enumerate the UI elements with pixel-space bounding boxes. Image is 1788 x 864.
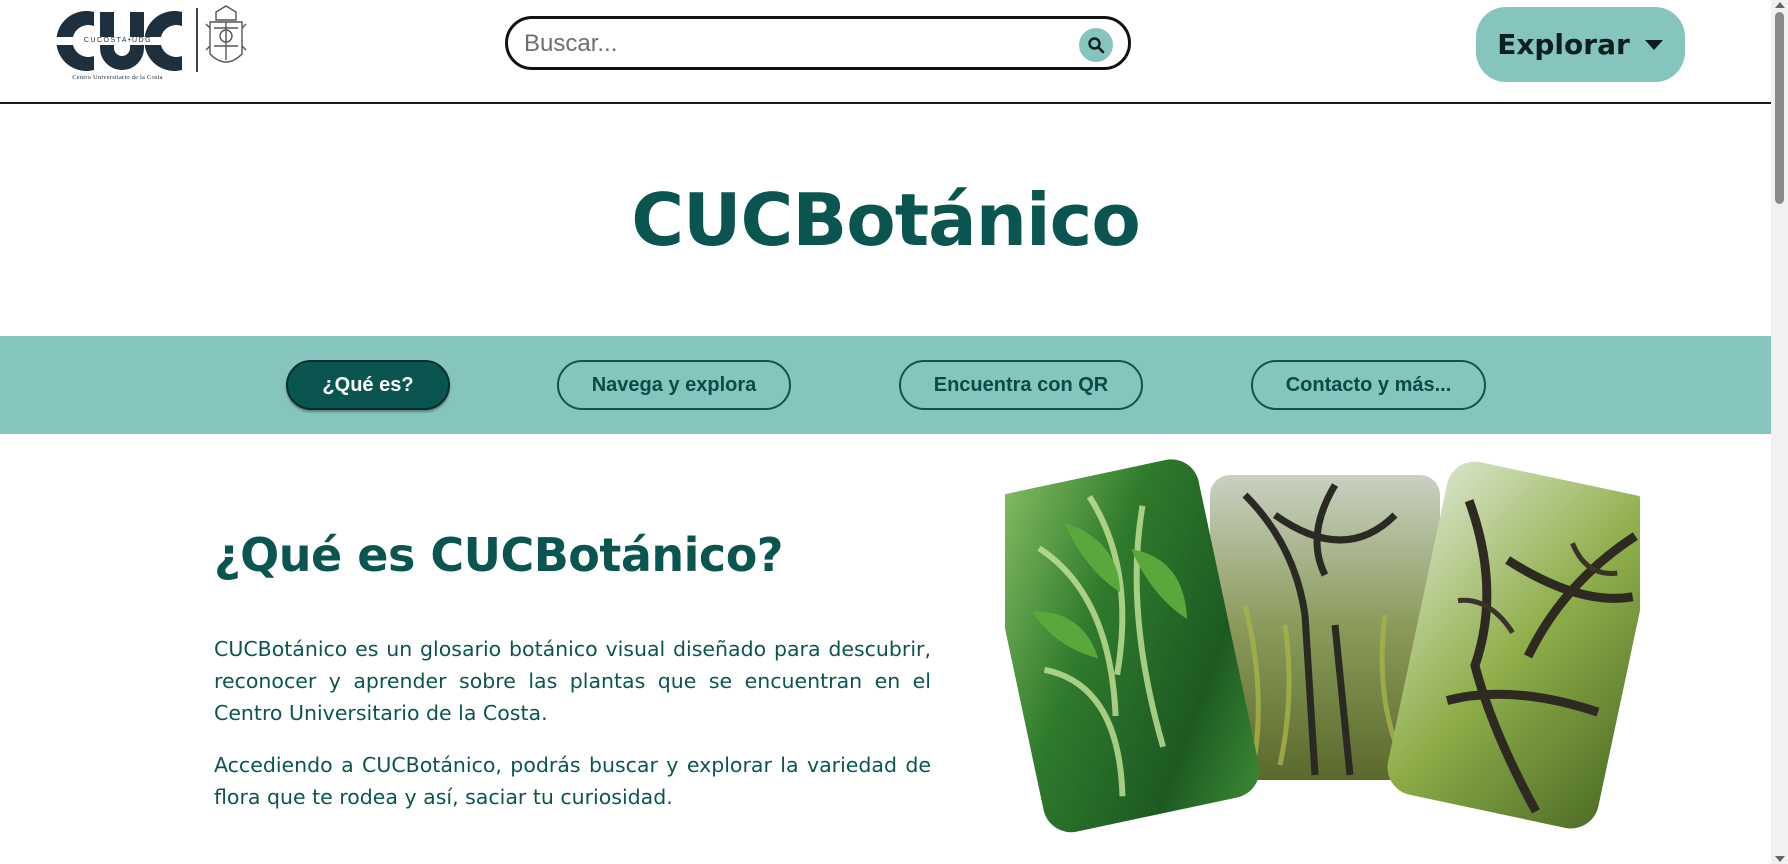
tab-encuentra-qr[interactable]: Encuentra con QR	[899, 360, 1143, 410]
site-header: CUCOSTA•UDG Centro Universitario de la C…	[0, 0, 1771, 104]
search-icon	[1088, 37, 1105, 54]
search-button[interactable]	[1079, 28, 1113, 62]
explore-dropdown-button[interactable]: Explorar	[1476, 7, 1685, 82]
page-title: CUCBotánico	[631, 178, 1141, 262]
scroll-thumb[interactable]	[1775, 12, 1784, 204]
section-nav: ¿Qué es? Navega y explora Encuentra con …	[0, 336, 1771, 434]
tab-que-es[interactable]: ¿Qué es?	[286, 360, 450, 410]
scroll-up-arrow[interactable]	[1775, 2, 1785, 8]
tab-navega-explora[interactable]: Navega y explora	[557, 360, 791, 410]
scroll-down-arrow[interactable]	[1775, 856, 1785, 862]
logo-subtitle: Centro Universitario de la Costa	[72, 74, 163, 81]
cuc-logo[interactable]: CUCOSTA•UDG Centro Universitario de la C…	[50, 4, 255, 88]
plant-photo-collage	[982, 455, 1659, 855]
caret-down-icon	[1644, 39, 1663, 50]
page-scrollbar[interactable]	[1771, 0, 1788, 864]
section-title: ¿Qué es CUCBotánico?	[214, 528, 783, 582]
search-input[interactable]	[522, 27, 1066, 61]
logo-band-text: CUCOSTA•UDG	[83, 37, 153, 44]
explore-label: Explorar	[1497, 28, 1630, 61]
about-paragraph-2: Accediendo a CUCBotánico, podrás buscar …	[214, 753, 931, 809]
search-bar	[505, 16, 1131, 70]
about-paragraph-1: CUCBotánico es un glosario botánico visu…	[214, 637, 931, 725]
tab-contacto[interactable]: Contacto y más...	[1251, 360, 1486, 410]
